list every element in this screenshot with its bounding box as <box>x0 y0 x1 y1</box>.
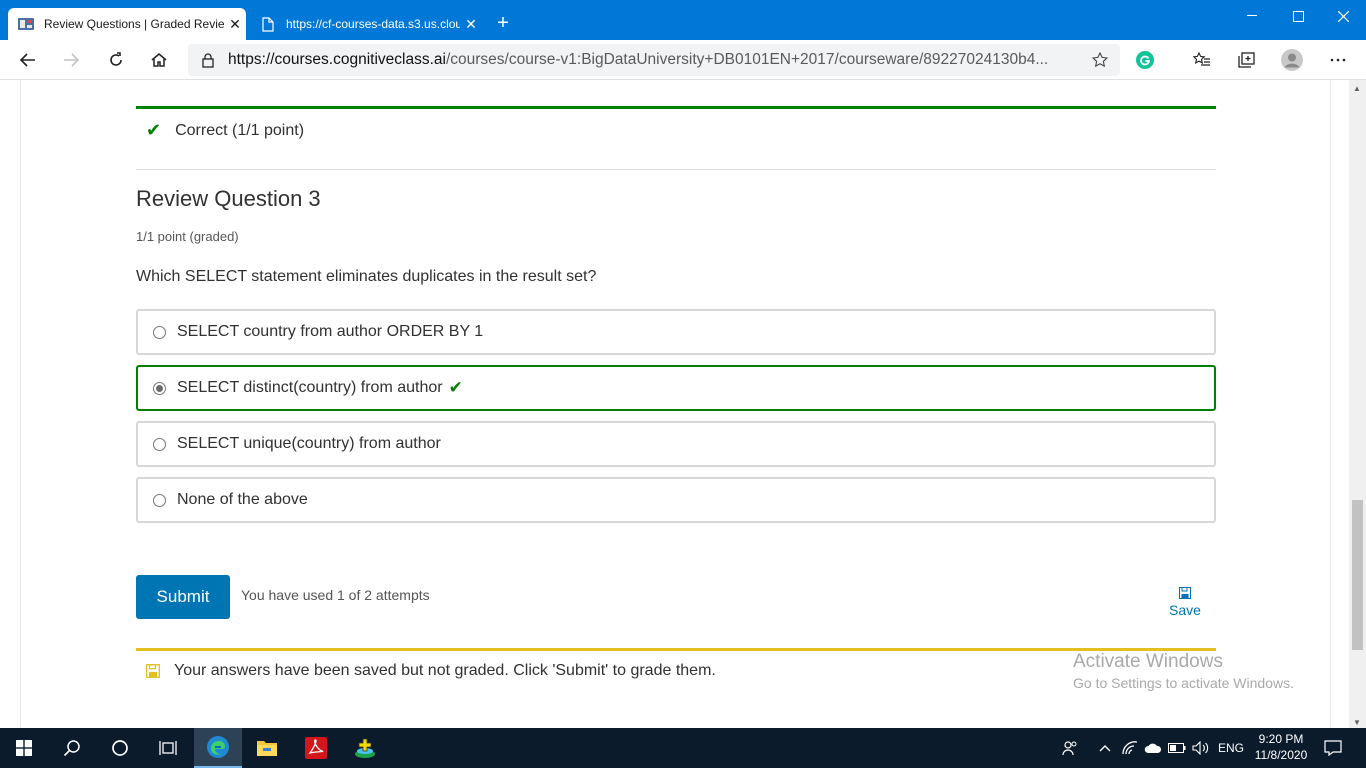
chevron-up-icon[interactable] <box>1097 728 1113 768</box>
cortana-icon[interactable] <box>96 728 144 768</box>
home-button[interactable] <box>143 44 175 76</box>
more-options-icon[interactable] <box>1322 44 1354 76</box>
maximize-button[interactable] <box>1275 0 1321 32</box>
back-button[interactable] <box>12 44 44 76</box>
answer-option-3[interactable]: SELECT unique(country) from author <box>136 421 1216 467</box>
answer-option-label: SELECT country from author ORDER BY 1 <box>177 323 484 340</box>
onedrive-cloud-icon[interactable] <box>1143 728 1163 768</box>
people-icon[interactable] <box>1060 728 1080 768</box>
notice-text: Your answers have been saved but not gra… <box>174 662 716 679</box>
add-favorite-star-icon[interactable] <box>1080 52 1120 68</box>
forward-button[interactable] <box>55 44 87 76</box>
tab-title: https://cf-courses-data.s3.us.clou <box>286 17 460 31</box>
collections-icon[interactable] <box>1230 44 1262 76</box>
wifi-icon[interactable] <box>1121 728 1139 768</box>
question-title: Review Question 3 <box>136 186 321 211</box>
task-view-icon[interactable] <box>144 728 192 768</box>
url-text[interactable]: https://courses.cognitiveclass.ai/course… <box>228 51 1080 69</box>
grammarly-icon[interactable] <box>1129 44 1161 76</box>
notifications-icon[interactable] <box>1322 728 1344 768</box>
check-icon: ✔ <box>146 120 162 140</box>
system-clock[interactable]: 9:20 PM 11/8/2020 <box>1250 731 1312 763</box>
favorites-icon[interactable] <box>1186 44 1218 76</box>
battery-icon[interactable] <box>1167 728 1187 768</box>
save-button[interactable]: Save <box>1160 586 1210 618</box>
attempts-text: You have used 1 of 2 attempts <box>241 587 430 603</box>
previous-result-text: Correct (1/1 point) <box>175 121 305 139</box>
page-scrollbar[interactable]: ▲ ▼ <box>1349 80 1366 728</box>
answer-option-label: SELECT distinct(country) from author <box>177 379 443 396</box>
lock-icon[interactable] <box>188 52 228 68</box>
answer-option-1[interactable]: SELECT country from author ORDER BY 1 <box>136 309 1216 355</box>
language-indicator[interactable]: ENG <box>1217 728 1245 768</box>
search-icon[interactable] <box>48 728 96 768</box>
close-window-button[interactable] <box>1320 0 1366 32</box>
minimize-button[interactable] <box>1229 0 1275 32</box>
radio-button[interactable] <box>153 437 166 451</box>
content-left-border <box>20 80 21 728</box>
correct-check-icon: ✔ <box>448 378 463 397</box>
tab-review-questions[interactable]: Review Questions | Graded Revie ✕ <box>8 8 246 40</box>
close-tab-icon[interactable]: ✕ <box>460 16 482 33</box>
watermark-subtitle: Go to Settings to activate Windows. <box>1073 675 1294 691</box>
windows-start-icon[interactable] <box>0 728 48 768</box>
correct-status-bar <box>136 106 1216 109</box>
new-tab-button[interactable]: + <box>492 12 514 34</box>
floppy-disk-icon <box>1160 586 1210 602</box>
url-path: /courses/course-v1:BigDataUniversity+DB0… <box>445 51 1049 68</box>
content-right-border <box>1330 80 1331 728</box>
browser-title-bar: Review Questions | Graded Revie ✕ https:… <box>0 0 1366 40</box>
tab-title: Review Questions | Graded Revie <box>44 17 224 31</box>
save-label: Save <box>1169 602 1201 618</box>
answer-option-label: None of the above <box>177 491 308 508</box>
edge-browser-icon[interactable] <box>194 728 242 768</box>
address-bar[interactable]: https://courses.cognitiveclass.ai/course… <box>188 44 1120 76</box>
document-icon <box>260 16 276 32</box>
answer-option-4[interactable]: None of the above <box>136 477 1216 523</box>
close-tab-icon[interactable]: ✕ <box>224 16 246 33</box>
activate-windows-watermark: Activate Windows Go to Settings to activ… <box>1073 651 1294 691</box>
answer-option-2[interactable]: SELECT distinct(country) from author ✔ <box>136 365 1216 411</box>
section-divider <box>136 169 1216 170</box>
app-shortcut-icon[interactable] <box>341 728 389 768</box>
course-favicon-icon <box>18 16 34 32</box>
radio-button[interactable] <box>153 325 166 339</box>
answer-option-label: SELECT unique(country) from author <box>177 435 441 452</box>
submit-button[interactable]: Submit <box>136 575 230 619</box>
clock-time: 9:20 PM <box>1258 732 1304 746</box>
scroll-down-arrow-icon[interactable]: ▼ <box>1353 718 1361 727</box>
question-points: 1/1 point (graded) <box>136 229 239 244</box>
scrollbar-thumb[interactable] <box>1352 500 1363 650</box>
notice-status-bar <box>136 648 1216 651</box>
windows-taskbar: ENG 9:20 PM 11/8/2020 <box>0 728 1366 768</box>
question-text: Which SELECT statement eliminates duplic… <box>136 268 597 285</box>
radio-button-selected[interactable] <box>153 381 166 395</box>
watermark-title: Activate Windows <box>1073 651 1223 672</box>
file-explorer-icon[interactable] <box>243 728 291 768</box>
scroll-up-arrow-icon[interactable]: ▲ <box>1353 84 1361 93</box>
course-page: ✔ Correct (1/1 point) Review Question 3 … <box>0 80 1366 728</box>
refresh-button[interactable] <box>100 44 132 76</box>
unsaved-notice: Your answers have been saved but not gra… <box>146 662 716 680</box>
volume-icon[interactable] <box>1191 728 1211 768</box>
floppy-disk-icon <box>146 664 160 678</box>
clock-date: 11/8/2020 <box>1254 748 1308 762</box>
previous-result: ✔ Correct (1/1 point) <box>146 120 304 141</box>
url-host: https://courses.cognitiveclass.ai <box>228 51 446 68</box>
adobe-acrobat-icon[interactable] <box>292 728 340 768</box>
radio-button[interactable] <box>153 493 166 507</box>
tab-cf-courses-data[interactable]: https://cf-courses-data.s3.us.clou ✕ <box>250 8 482 40</box>
profile-avatar[interactable] <box>1276 44 1308 76</box>
